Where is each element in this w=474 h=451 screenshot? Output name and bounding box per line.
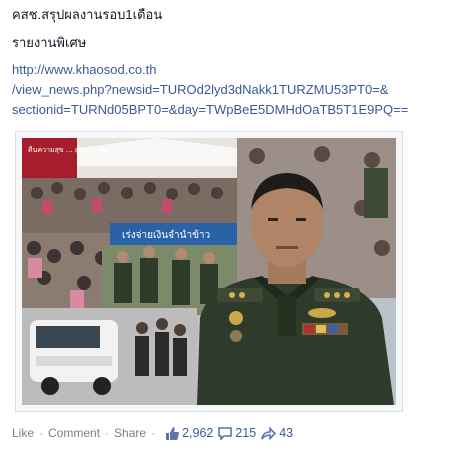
thumbs-up-icon bbox=[166, 426, 180, 440]
separator: · bbox=[39, 426, 44, 440]
like-button[interactable]: Like bbox=[12, 425, 34, 441]
comment-bubble-icon bbox=[218, 426, 233, 440]
news-link-line-2[interactable]: /view_news.php?newsid=TUROd2lyd3dNakk1TU… bbox=[12, 81, 388, 99]
separator: · bbox=[151, 426, 156, 440]
post-subtitle-text: รายงานพิเศษ bbox=[12, 35, 87, 50]
post-action-bar: Like · Comment · Share · 2,962 215 43 bbox=[12, 425, 293, 441]
post-title-text: คสช.สรุปผลงานรอบ1เดือน bbox=[12, 7, 163, 22]
share-button[interactable]: Share bbox=[114, 425, 146, 441]
photo-collage: คืนความสุข ... สู่ประชาชน เร่งจ่ายเงินจำ… bbox=[22, 138, 396, 405]
likes-count: 2,962 bbox=[182, 426, 214, 440]
likes-count-link[interactable]: 2,962 bbox=[165, 425, 213, 441]
top-sign-text: คืนความสุข ... สู่ประชาชน bbox=[28, 146, 109, 154]
news-link-line-3[interactable]: sectionid=TURNd05BPT0=&day=TWpBeE5DMHdOa… bbox=[12, 101, 408, 119]
banner-text: เร่งจ่ายเงินจำนำข้าว bbox=[122, 229, 210, 241]
shares-count-link[interactable]: 43 bbox=[261, 425, 293, 441]
comments-count-link[interactable]: 215 bbox=[218, 425, 256, 441]
comments-count: 215 bbox=[235, 426, 257, 440]
comment-button[interactable]: Comment bbox=[48, 425, 100, 441]
post-photo[interactable]: คืนความสุข ... สู่ประชาชน เร่งจ่ายเงินจำ… bbox=[22, 138, 396, 405]
post-photo-frame[interactable]: คืนความสุข ... สู่ประชาชน เร่งจ่ายเงินจำ… bbox=[15, 131, 403, 412]
shares-count: 43 bbox=[279, 426, 294, 440]
share-arrow-icon bbox=[261, 426, 277, 440]
news-link-line-1[interactable]: http://www.khaosod.co.th bbox=[12, 61, 157, 79]
separator: · bbox=[105, 426, 110, 440]
